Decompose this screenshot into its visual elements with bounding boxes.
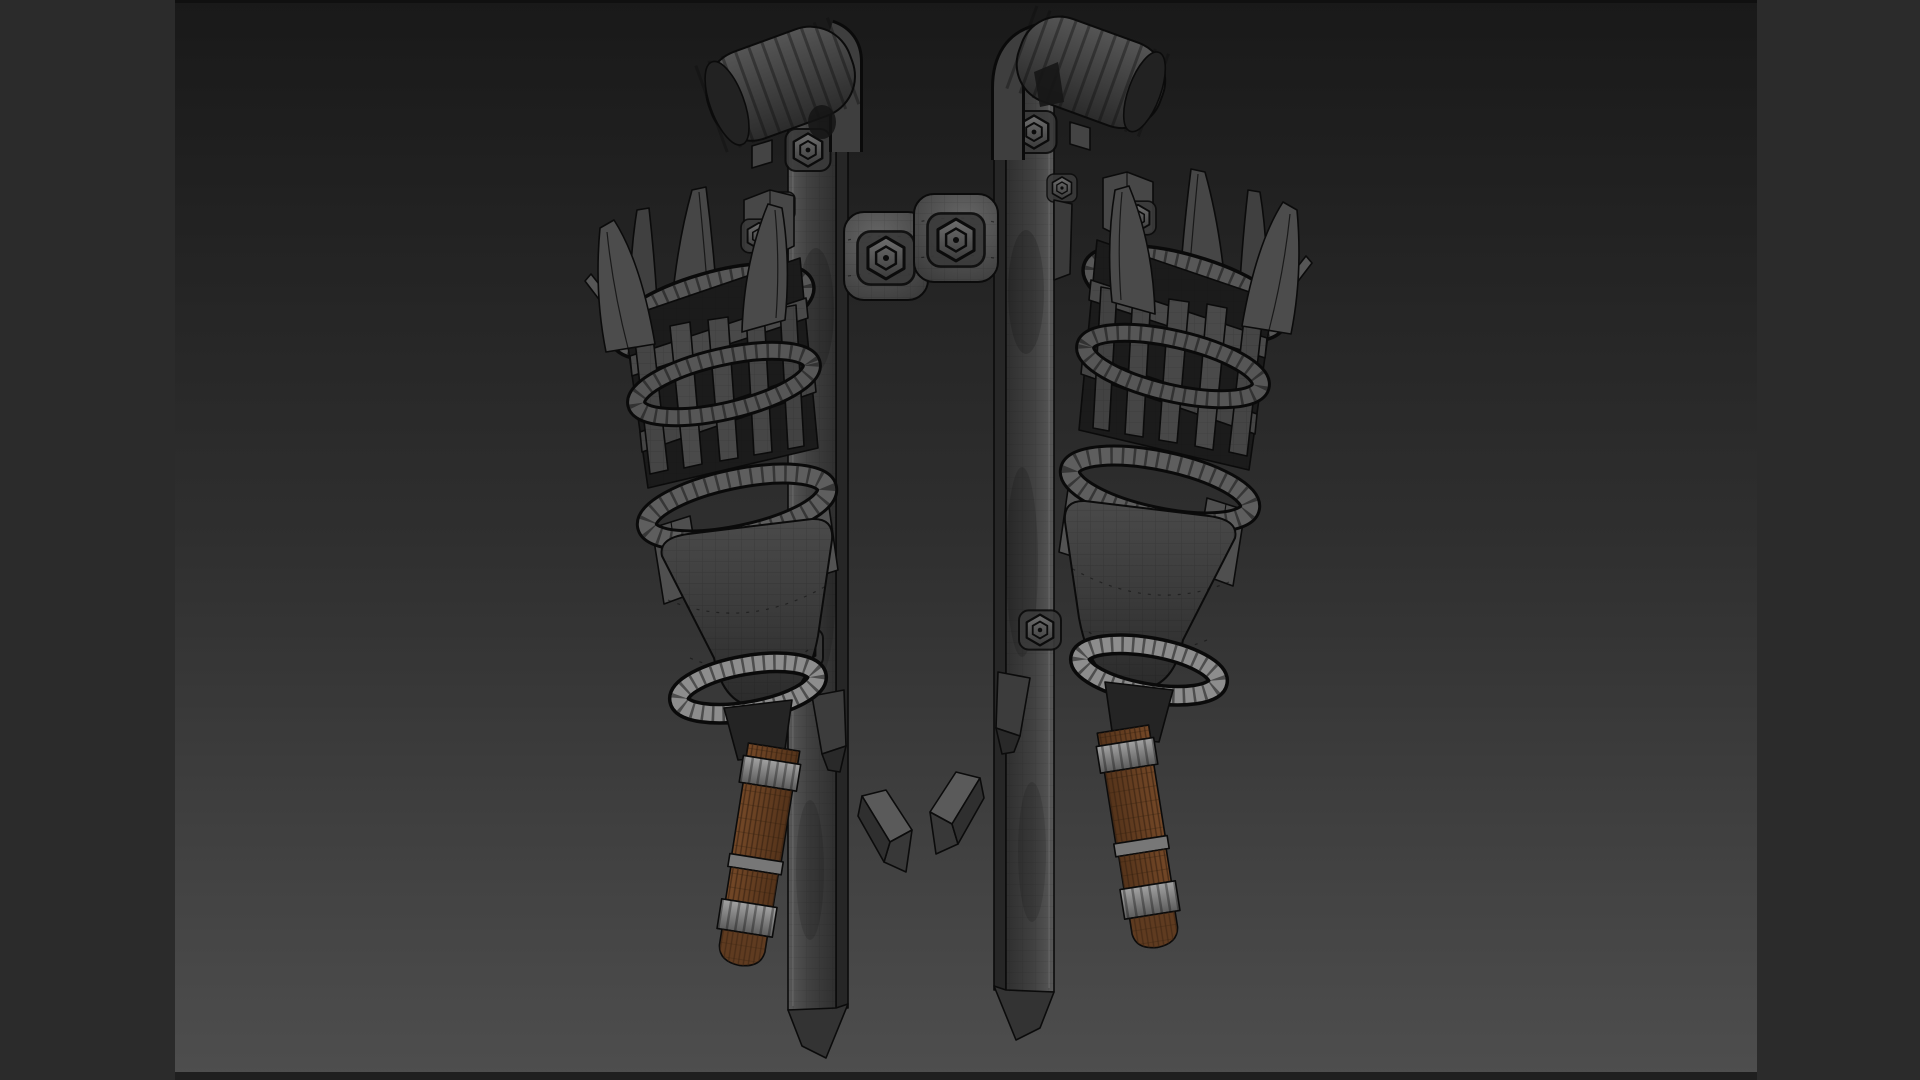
viewport-bottom-strip bbox=[175, 1072, 1757, 1080]
viewport-top-edge bbox=[175, 0, 1757, 3]
viewport-canvas[interactable] bbox=[175, 0, 1757, 1080]
hook-gap bbox=[808, 105, 836, 139]
viewport-frame bbox=[0, 0, 1920, 1080]
left-bar bbox=[0, 0, 175, 1080]
right-bar bbox=[1757, 0, 1920, 1080]
3d-viewport[interactable] bbox=[0, 0, 1920, 1080]
